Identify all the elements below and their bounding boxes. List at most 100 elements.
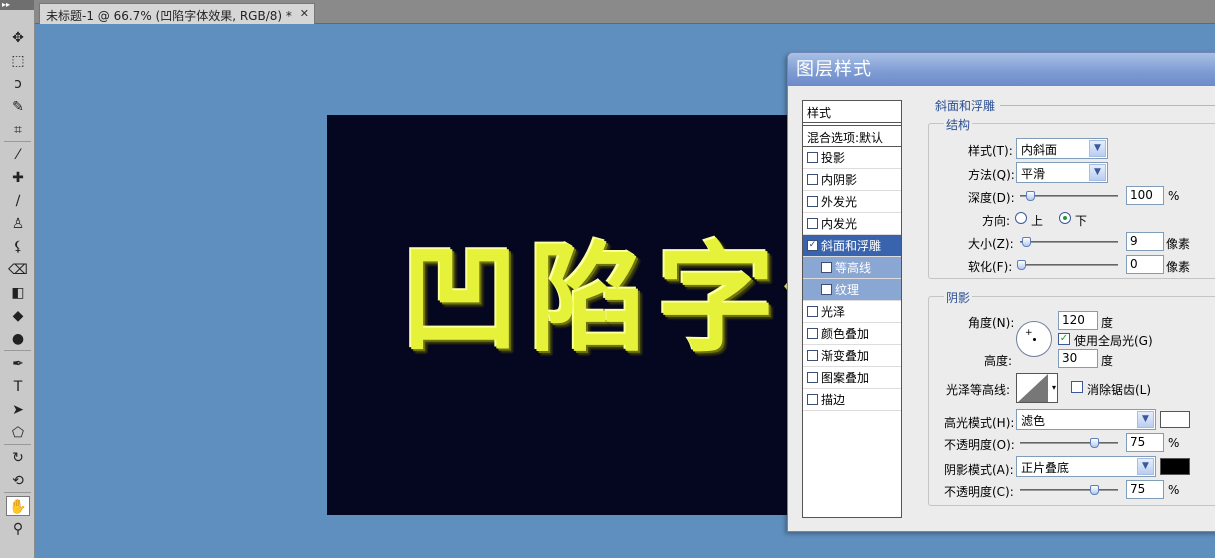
style-item[interactable]: 图案叠加	[803, 367, 901, 389]
style-label: 样式(T):	[968, 144, 1013, 158]
antialias-checkbox[interactable]	[1071, 381, 1083, 393]
soften-slider-thumb[interactable]	[1017, 260, 1026, 270]
tool-separator	[4, 141, 31, 142]
checkbox[interactable]	[807, 328, 818, 339]
shadow-color-swatch[interactable]	[1160, 458, 1190, 475]
direction-label: 方向:	[982, 214, 1011, 228]
orbit-3d-icon[interactable]: ⟲	[6, 471, 30, 491]
style-item[interactable]: 等高线	[803, 257, 901, 279]
checkbox[interactable]	[807, 196, 818, 207]
size-slider-thumb[interactable]	[1022, 237, 1031, 247]
checkbox[interactable]	[807, 350, 818, 361]
magic-wand-icon[interactable]: ✎	[6, 97, 30, 117]
checked-checkbox[interactable]: ✓	[807, 240, 818, 251]
path-select-icon[interactable]: ➤	[6, 400, 30, 420]
chevron-down-icon: ▾	[1051, 383, 1056, 392]
size-input[interactable]: 9	[1126, 232, 1164, 251]
direction-down-radio[interactable]	[1059, 212, 1071, 224]
dialog-title[interactable]: 图层样式	[788, 53, 1215, 86]
highlight-opacity-thumb[interactable]	[1090, 438, 1099, 448]
style-item[interactable]: 渐变叠加	[803, 345, 901, 367]
shadow-mode-label: 阴影模式(A):	[944, 463, 1014, 477]
shape-icon[interactable]: ⬠	[6, 423, 30, 443]
highlight-mode-value: 滤色	[1021, 414, 1046, 428]
soften-input[interactable]: 0	[1126, 255, 1164, 274]
checkbox[interactable]	[807, 174, 818, 185]
highlight-opacity-input[interactable]: 75	[1126, 433, 1164, 452]
clone-stamp-icon[interactable]: ♙	[6, 214, 30, 234]
depth-slider-thumb[interactable]	[1026, 191, 1035, 201]
eraser-icon[interactable]: ⌫	[6, 260, 30, 280]
shadow-mode-select[interactable]: 正片叠底 ▼	[1016, 456, 1156, 477]
pen-icon[interactable]: ✒	[6, 354, 30, 374]
direction-up-radio[interactable]	[1015, 212, 1027, 224]
tools-panel-grip[interactable]: ▸▸	[0, 0, 34, 10]
history-brush-icon[interactable]: ⚸	[6, 237, 30, 257]
size-slider[interactable]	[1020, 237, 1118, 247]
layer-style-dialog: 图层样式 样式 混合选项:默认 投影内阴影外发光 内发光 ✓ 斜面和浮雕 等高线 纹理 光泽…	[787, 52, 1215, 532]
checkbox[interactable]	[807, 306, 818, 317]
angle-dial[interactable]: +	[1016, 321, 1052, 357]
soften-unit: 像素	[1166, 260, 1191, 274]
move-icon[interactable]: ✥	[6, 28, 30, 48]
shadow-opacity-slider[interactable]	[1020, 485, 1118, 495]
checkbox[interactable]	[821, 284, 832, 295]
crop-icon[interactable]: ⌗	[6, 120, 30, 140]
checkbox[interactable]	[807, 394, 818, 405]
highlight-color-swatch[interactable]	[1160, 411, 1190, 428]
checkbox[interactable]	[821, 262, 832, 273]
brush-icon[interactable]: ∕	[6, 191, 30, 211]
style-item[interactable]: 光泽	[803, 301, 901, 323]
style-item[interactable]: 颜色叠加	[803, 323, 901, 345]
angle-dial-center	[1033, 338, 1036, 341]
lasso-icon[interactable]: ↄ	[6, 74, 30, 94]
angle-input[interactable]: 120	[1058, 311, 1098, 330]
highlight-opacity-slider[interactable]	[1020, 438, 1118, 448]
antialias-label: 消除锯齿(L)	[1087, 383, 1152, 397]
hand-icon[interactable]: ✋	[6, 496, 30, 516]
checkbox[interactable]	[807, 152, 818, 163]
style-item-label: 图案叠加	[821, 371, 870, 385]
marquee-icon[interactable]: ⬚	[6, 51, 30, 71]
altitude-unit: 度	[1101, 354, 1114, 368]
style-item[interactable]: 内阴影	[803, 169, 901, 191]
gloss-contour-picker[interactable]: ▾	[1016, 373, 1058, 403]
bevel-style-select[interactable]: 内斜面 ▼	[1016, 138, 1108, 159]
dodge-icon[interactable]: ●	[6, 329, 30, 349]
zoom-icon[interactable]: ⚲	[6, 519, 30, 539]
blend-options-item[interactable]: 混合选项:默认	[803, 125, 901, 147]
highlight-mode-select[interactable]: 滤色 ▼	[1016, 409, 1156, 430]
close-tab-icon[interactable]: ✕	[300, 7, 309, 20]
depth-input[interactable]: 100	[1126, 186, 1164, 205]
size-unit: 像素	[1166, 237, 1191, 251]
shadow-opacity-input[interactable]: 75	[1126, 480, 1164, 499]
checkbox[interactable]	[807, 218, 818, 229]
style-item[interactable]: 描边	[803, 389, 901, 411]
paint-bucket-icon[interactable]: ◧	[6, 283, 30, 303]
blur-icon[interactable]: ◆	[6, 306, 30, 326]
shadow-opacity-thumb[interactable]	[1090, 485, 1099, 495]
altitude-input[interactable]: 30	[1058, 349, 1098, 368]
technique-select[interactable]: 平滑 ▼	[1016, 162, 1108, 183]
style-item[interactable]: 投影	[803, 147, 901, 169]
structure-title: 结构	[944, 116, 973, 133]
style-item[interactable]: 纹理	[803, 279, 901, 301]
soften-slider[interactable]	[1017, 260, 1118, 270]
eyedropper-icon[interactable]: ⁄	[6, 145, 30, 165]
style-item[interactable]: 外发光	[803, 191, 901, 213]
document-tab[interactable]: 未标题-1 @ 66.7% (凹陷字体效果, RGB/8) * ✕	[39, 3, 315, 24]
style-list-header[interactable]: 样式	[803, 101, 901, 123]
document-canvas[interactable]: 凹陷字体效果	[327, 115, 797, 515]
healing-brush-icon[interactable]: ✚	[6, 168, 30, 188]
style-item[interactable]: ✓ 斜面和浮雕	[803, 235, 901, 257]
rotate-3d-icon[interactable]: ↻	[6, 448, 30, 468]
size-label: 大小(Z):	[968, 237, 1014, 251]
global-light-checkbox[interactable]: ✓	[1058, 333, 1070, 345]
shading-title: 阴影	[944, 289, 973, 306]
depth-slider[interactable]	[1020, 191, 1118, 201]
checkbox[interactable]	[807, 372, 818, 383]
direction-up-label: 上	[1031, 214, 1044, 228]
style-item[interactable]: 内发光	[803, 213, 901, 235]
style-item-label: 内阴影	[821, 173, 858, 187]
type-icon[interactable]: T	[6, 377, 30, 397]
